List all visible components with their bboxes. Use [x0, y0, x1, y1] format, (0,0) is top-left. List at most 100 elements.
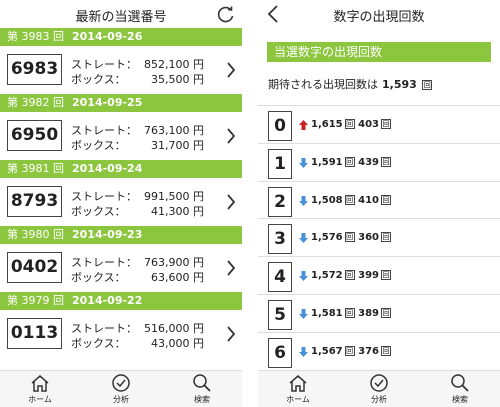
home-icon [289, 375, 307, 392]
draw-number: 第 3979 回 [7, 294, 64, 307]
top-bar: 最新の当選番号 [0, 0, 242, 28]
draw-number: 第 3983 回 [7, 30, 64, 43]
box-label: ボックス： [71, 205, 126, 218]
row-divider [258, 218, 500, 220]
box-label: ボックス： [71, 139, 126, 152]
box-value: 31,700 円 [151, 139, 204, 152]
row-divider [258, 294, 500, 295]
chevron-right-icon[interactable] [226, 260, 236, 276]
box-label: ボックス： [71, 271, 126, 284]
tab-home[interactable]: ホーム [268, 373, 328, 405]
unit-box: 回 [381, 156, 391, 167]
rank-value: 389 [358, 308, 379, 319]
expected-value: 1,593 [382, 78, 417, 91]
unit-box: 回 [344, 194, 355, 205]
winning-number: 6983 [7, 54, 62, 85]
unit-box: 回 [381, 308, 391, 318]
latest-results-screen: 最新の当選番号 第 3983 回 2014-09-26 6983 ストレート： 852,… [0, 0, 242, 407]
draw-header: 第 3983 回 2014-09-26 [0, 28, 242, 46]
row-divider [258, 105, 500, 106]
unit-box: 回 [381, 345, 391, 356]
draw-date: 2014-09-26 [72, 30, 143, 43]
draw-number: 第 3982 回 [7, 96, 64, 109]
draw-item[interactable]: 8793 ストレート： 991,500 円ボックス： 41,300 円 [0, 178, 242, 226]
arrow-down-icon [299, 309, 308, 319]
draw-header: 第 3981 回 2014-09-24 [0, 160, 242, 178]
search-icon [193, 374, 211, 392]
count-value: 1,508 [311, 194, 343, 206]
row-divider [258, 331, 500, 333]
straight-value: 763,900 円 [144, 256, 204, 269]
draw-date: 2014-09-25 [72, 96, 143, 109]
winning-number: 8793 [7, 186, 62, 217]
page-title: 最新の当選番号 [75, 10, 167, 25]
box-label: ボックス： [71, 337, 126, 350]
draw-header: 第 3982 回 2014-09-25 [0, 94, 242, 112]
tab-analysis[interactable]: 分析 [91, 373, 151, 405]
unit-box: 回 [344, 308, 355, 318]
box-value: 63,600 円 [151, 271, 204, 284]
tab-search[interactable]: 検索 [430, 373, 490, 405]
check-circle-icon [112, 374, 130, 392]
straight-value: 852,100 円 [144, 58, 204, 71]
draw-list: 第 3983 回 2014-09-26 6983 ストレート： 852,100 円ボック… [0, 28, 242, 358]
arrow-down-icon [299, 195, 308, 206]
rank-value: 439 [358, 156, 379, 168]
unit-box: 回 [344, 156, 355, 167]
box-prize: ボックス： 35,500 円 [71, 71, 204, 87]
straight-label: ストレート： [71, 124, 137, 137]
draw-item[interactable]: 0113 ストレート： 516,000 円ボックス： 43,000 円 [0, 310, 242, 358]
arrow-down-icon [299, 233, 308, 244]
tab-home[interactable]: ホーム [10, 373, 70, 405]
tab-search-label: 検索 [194, 395, 210, 404]
tab-search[interactable]: 検索 [172, 373, 232, 405]
search-icon [451, 374, 469, 392]
digit-frequency-screen: 数字の出現回数 当選数字の出現回数 期待される出現回数は 1,593 回 0 1,6… [258, 0, 500, 407]
straight-value: 763,100 円 [144, 124, 204, 137]
winning-number: 0402 [7, 252, 62, 283]
unit-box: 回 [381, 119, 391, 129]
home-icon [31, 375, 49, 392]
digit-count: 1,576 回 360 回 [311, 232, 391, 243]
straight-prize: ストレート： 763,900 円 [71, 254, 204, 270]
draw-header: 第 3979 回 2014-09-22 [0, 292, 242, 310]
arrow-down-icon [299, 157, 308, 168]
count-value: 1,581 [311, 308, 343, 319]
expected-count: 期待される出現回数は 1,593 回 [268, 76, 433, 92]
tab-home-label: ホーム [286, 395, 310, 404]
refresh-icon[interactable] [216, 4, 236, 24]
tab-analysis-label: 分析 [371, 395, 387, 404]
chevron-right-icon[interactable] [226, 128, 236, 144]
draw-item[interactable]: 6950 ストレート： 763,100 円ボックス： 31,700 円 [0, 112, 242, 160]
straight-value: 516,000 円 [144, 322, 204, 335]
digit-count: 1,508 回 410 回 [311, 194, 391, 206]
chevron-right-icon[interactable] [226, 326, 236, 342]
tab-analysis[interactable]: 分析 [349, 373, 409, 405]
straight-prize: ストレート： 991,500 円 [71, 188, 204, 204]
straight-prize: ストレート： 852,100 円 [71, 56, 204, 72]
box-prize: ボックス： 31,700 円 [71, 137, 204, 153]
winning-number: 0113 [7, 318, 62, 349]
count-value: 1,576 [311, 232, 343, 244]
straight-label: ストレート： [71, 322, 137, 335]
rank-value: 403 [358, 119, 379, 130]
box-value: 43,000 円 [151, 337, 204, 350]
row-divider [258, 142, 500, 144]
chevron-right-icon[interactable] [226, 194, 236, 210]
tab-search-label: 検索 [452, 395, 468, 404]
check-circle-icon [370, 374, 388, 392]
tab-bar: ホーム 分析 検索 [258, 370, 500, 407]
rank-value: 360 [358, 232, 379, 244]
draw-date: 2014-09-22 [72, 294, 143, 307]
box-prize: ボックス： 43,000 円 [71, 335, 204, 351]
straight-label: ストレート： [71, 190, 137, 203]
chevron-right-icon[interactable] [226, 62, 236, 78]
count-value: 1,591 [311, 156, 343, 168]
unit-box: 回 [344, 270, 355, 281]
draw-item[interactable]: 6983 ストレート： 852,100 円ボックス： 35,500 円 [0, 46, 242, 94]
arrow-down-icon [299, 346, 308, 357]
digit-box: 6 [268, 337, 292, 368]
row-divider [258, 180, 500, 182]
rank-value: 399 [358, 270, 379, 282]
draw-item[interactable]: 0402 ストレート： 763,900 円ボックス： 63,600 円 [0, 244, 242, 292]
